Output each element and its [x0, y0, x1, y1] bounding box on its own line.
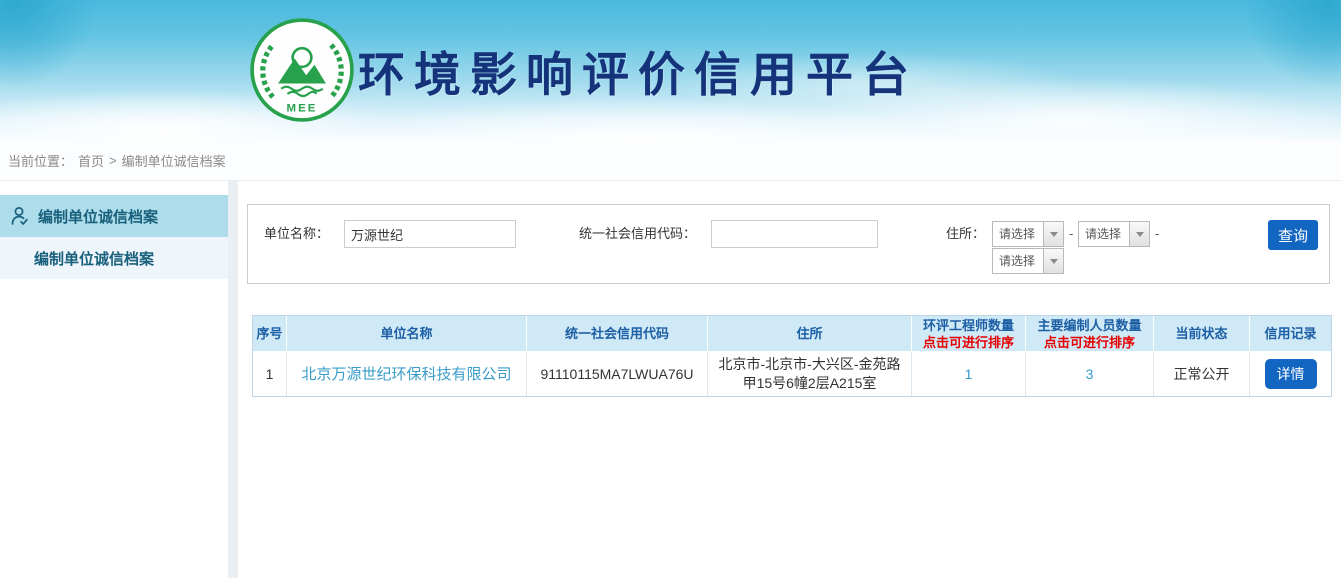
- user-check-icon: [9, 205, 31, 227]
- query-button[interactable]: 查询: [1268, 220, 1318, 250]
- unit-name-input[interactable]: [344, 220, 516, 248]
- status-value: 正常公开: [1154, 352, 1250, 396]
- col-index: 序号: [253, 316, 287, 352]
- credit-code-label: 统一社会信用代码：: [579, 220, 696, 248]
- address-dash-1: -: [1069, 226, 1073, 241]
- sidebar-item-label: 编制单位诚信档案: [38, 206, 158, 227]
- sidebar-divider: [228, 181, 238, 578]
- sort-hint: 点击可进行排序: [914, 334, 1023, 351]
- table-row: 1 北京万源世纪环保科技有限公司 91110115MA7LWUA76U 北京市-…: [253, 352, 1331, 396]
- address-value: 北京市-北京市-大兴区-金苑路甲15号6幢2层A215室: [708, 352, 912, 396]
- address-label: 住所：: [946, 220, 985, 248]
- col-staff-count-label: 主要编制人员数量: [1028, 317, 1151, 334]
- address-dash-2: -: [1155, 226, 1159, 241]
- row-index: 1: [253, 352, 287, 396]
- results-table: 序号 单位名称 统一社会信用代码 住所 环评工程师数量 点击可进行排序 主要编制…: [252, 315, 1332, 397]
- breadcrumb-separator: >: [109, 153, 117, 168]
- sort-hint: 点击可进行排序: [1028, 334, 1151, 351]
- col-unit-name: 单位名称: [287, 316, 527, 352]
- detail-button[interactable]: 详情: [1265, 359, 1317, 389]
- col-staff-count-sortable[interactable]: 主要编制人员数量 点击可进行排序: [1026, 316, 1154, 352]
- col-status: 当前状态: [1154, 316, 1250, 352]
- engineer-count-link[interactable]: 1: [965, 366, 973, 382]
- sidebar-subitem-unit-credit-archive[interactable]: 编制单位诚信档案: [0, 237, 228, 279]
- province-select[interactable]: 请选择: [992, 221, 1064, 247]
- province-select-arrow[interactable]: [1043, 222, 1063, 246]
- district-select[interactable]: 请选择: [992, 248, 1064, 274]
- staff-count-link[interactable]: 3: [1086, 366, 1094, 382]
- company-name-link[interactable]: 北京万源世纪环保科技有限公司: [301, 366, 511, 383]
- col-credit-record: 信用记录: [1250, 316, 1331, 352]
- district-select-arrow[interactable]: [1043, 249, 1063, 273]
- credit-code-value: 91110115MA7LWUA76U: [527, 352, 708, 396]
- chevron-down-icon: [1136, 232, 1144, 237]
- logo-text: MEE: [286, 103, 317, 115]
- chevron-down-icon: [1050, 232, 1058, 237]
- city-select-value: 请选择: [1079, 222, 1129, 246]
- breadcrumb-current: 编制单位诚信档案: [122, 151, 226, 170]
- breadcrumb: 当前位置： 首页 > 编制单位诚信档案: [0, 140, 1341, 181]
- sidebar-item-unit-credit-archive[interactable]: 编制单位诚信档案: [0, 195, 228, 237]
- sidebar-subitem-label: 编制单位诚信档案: [34, 248, 154, 269]
- city-select-arrow[interactable]: [1129, 222, 1149, 246]
- col-engineer-count-sortable[interactable]: 环评工程师数量 点击可进行排序: [912, 316, 1026, 352]
- province-select-value: 请选择: [993, 222, 1043, 246]
- page-title: 环境影响评价信用平台: [358, 36, 918, 105]
- credit-code-input[interactable]: [711, 220, 878, 248]
- search-panel: 单位名称： 统一社会信用代码： 住所： 请选择 - 请选择 - 请选择 查询: [247, 204, 1330, 284]
- table-header-row: 序号 单位名称 统一社会信用代码 住所 环评工程师数量 点击可进行排序 主要编制…: [253, 316, 1331, 352]
- col-credit-code: 统一社会信用代码: [527, 316, 708, 352]
- breadcrumb-home-link[interactable]: 首页: [78, 151, 104, 170]
- chevron-down-icon: [1050, 259, 1058, 264]
- unit-name-label: 单位名称：: [264, 220, 329, 248]
- col-address: 住所: [708, 316, 912, 352]
- district-select-value: 请选择: [993, 249, 1043, 273]
- page: MEE 环境影响评价信用平台 当前位置： 首页 > 编制单位诚信档案 编制单位诚…: [0, 0, 1341, 578]
- sidebar: 编制单位诚信档案 编制单位诚信档案: [0, 181, 228, 578]
- site-header: MEE 环境影响评价信用平台: [0, 0, 1341, 140]
- breadcrumb-label: 当前位置：: [8, 151, 73, 170]
- main-content: 单位名称： 统一社会信用代码： 住所： 请选择 - 请选择 - 请选择 查询: [238, 181, 1341, 578]
- col-engineer-count-label: 环评工程师数量: [914, 317, 1023, 334]
- mee-logo-icon: MEE: [250, 18, 354, 122]
- city-select[interactable]: 请选择: [1078, 221, 1150, 247]
